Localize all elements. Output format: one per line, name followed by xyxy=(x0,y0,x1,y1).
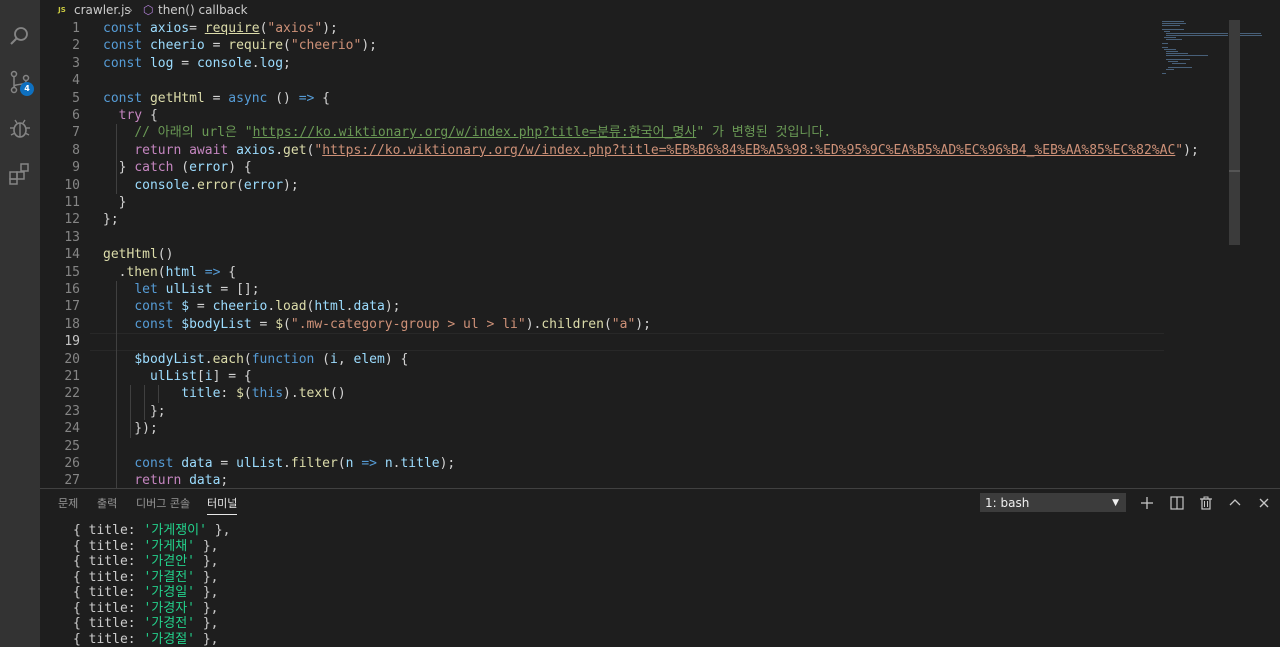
code-line: const cheerio = require("cheerio"); xyxy=(103,38,377,54)
code-editor[interactable]: 1 2 3 4 5 6 7 8 9 10 11 12 13 14 15 16 17 18 19 20 21 22 23 24 2… xyxy=(40,20,1268,488)
code-line: ulList[i] = { xyxy=(149,369,252,384)
extensions-icon[interactable] xyxy=(6,160,34,188)
terminal-select-value: 1: bash xyxy=(985,496,1030,510)
code-line: const axios= require("axios"); xyxy=(103,21,338,36)
code-line: const data = ulList.filter(n => n.title)… xyxy=(134,456,456,471)
line-number: 17 xyxy=(64,299,80,315)
code-line: return data; xyxy=(134,473,229,488)
line-number: 22 xyxy=(64,386,80,402)
tab-debug-console[interactable]: 디버그 콘솔 xyxy=(136,494,190,514)
line-number: 18 xyxy=(64,316,80,332)
code-line: const log = console.log; xyxy=(103,55,291,71)
line-number: 19 xyxy=(64,334,80,350)
new-terminal-icon[interactable] xyxy=(1138,494,1156,512)
chevron-down-icon: ▼ xyxy=(1112,498,1119,508)
split-terminal-icon[interactable] xyxy=(1168,494,1186,512)
chevron-right-icon: › xyxy=(128,3,133,17)
line-number: 1 xyxy=(72,21,80,36)
terminal-line: { title: '가겯안' }, xyxy=(73,554,219,569)
line-number: 15 xyxy=(64,264,80,280)
code-line: } xyxy=(103,195,127,210)
line-number: 4 xyxy=(72,73,80,89)
search-icon[interactable] xyxy=(6,22,34,50)
line-number: 23 xyxy=(64,403,80,419)
terminal-line: { title: '가결전' }, xyxy=(73,569,219,585)
maximize-panel-icon[interactable] xyxy=(1226,494,1244,512)
line-number: 3 xyxy=(72,55,80,71)
breadcrumb-symbol[interactable]: then() callback xyxy=(158,3,248,17)
line-number: 10 xyxy=(64,177,80,193)
tab-problems[interactable]: 문제 xyxy=(58,494,78,514)
breadcrumb: JS crawler.js › ⬡ then() callback xyxy=(40,0,1280,20)
code-line: } catch (error) { xyxy=(103,160,252,176)
activity-bar: 4 xyxy=(0,0,40,647)
line-number: 21 xyxy=(64,369,80,384)
line-number: 11 xyxy=(64,195,80,210)
code-line: }; xyxy=(103,212,119,228)
code-line: }; xyxy=(103,403,166,419)
scm-badge: 4 xyxy=(20,82,34,96)
javascript-file-icon: JS xyxy=(58,6,66,14)
code-line: const $ = cheerio.load(html.data); xyxy=(134,299,401,315)
line-number: 6 xyxy=(72,108,80,123)
close-icon[interactable] xyxy=(1255,494,1273,512)
terminal-line: { title: '가경전' }, xyxy=(73,616,219,631)
line-number: 20 xyxy=(64,351,80,367)
current-line-highlight xyxy=(90,333,1164,351)
terminal-line: { title: '가게쟁이' }, xyxy=(73,523,231,538)
code-line: .then(html => { xyxy=(103,264,237,280)
editor-scrollbar-thumb[interactable] xyxy=(1229,20,1240,245)
trash-icon[interactable] xyxy=(1197,494,1215,512)
line-number: 14 xyxy=(64,247,80,263)
terminal-line: { title: '가게채' }, xyxy=(73,538,219,554)
line-number: 7 xyxy=(72,125,80,141)
line-number: 24 xyxy=(64,421,80,437)
line-number: 8 xyxy=(72,142,80,158)
explorer-icon[interactable] xyxy=(6,0,34,18)
debug-icon[interactable] xyxy=(6,114,34,142)
method-symbol-icon: ⬡ xyxy=(143,3,154,17)
minimap[interactable] xyxy=(1162,20,1262,100)
tab-terminal[interactable]: 터미널 xyxy=(207,494,238,515)
code-line: title: $(this).text() xyxy=(181,386,346,402)
code-line: const getHtml = async () => { xyxy=(103,90,331,106)
terminal-line: { title: '가경절' }, xyxy=(73,631,219,647)
line-number: 2 xyxy=(72,38,80,54)
bottom-panel: 문제 출력 디버그 콘솔 터미널 1: bash ▼ { title: '가게쟁… xyxy=(40,488,1280,647)
code-line: // 아래의 url은 "https://ko.wiktionary.org/w… xyxy=(134,125,832,141)
terminal-select[interactable]: 1: bash ▼ xyxy=(980,493,1126,512)
code-line: return await axios.get("https://ko.wikti… xyxy=(134,142,1199,158)
terminal-line: { title: '가경일' }, xyxy=(73,585,219,600)
line-number: 12 xyxy=(64,212,80,228)
line-number: 9 xyxy=(72,160,80,176)
code-line: let ulList = []; xyxy=(134,282,260,297)
tab-output[interactable]: 출력 xyxy=(97,494,117,514)
line-number: 16 xyxy=(64,282,80,297)
line-number: 26 xyxy=(64,456,80,471)
code-line: const $bodyList = $(".mw-category-group … xyxy=(134,316,651,332)
code-line: try { xyxy=(118,108,158,123)
code-line: getHtml() xyxy=(103,247,174,263)
terminal-line: { title: '가경자' }, xyxy=(73,600,219,616)
line-number: 27 xyxy=(64,473,80,488)
line-number: 13 xyxy=(64,229,80,245)
code-line: $bodyList.each(function (i, elem) { xyxy=(134,351,409,367)
breadcrumb-file[interactable]: crawler.js xyxy=(74,3,131,17)
overview-ruler-cursor xyxy=(1229,170,1240,172)
line-number: 25 xyxy=(64,438,80,454)
code-line: }); xyxy=(103,421,158,437)
line-number: 5 xyxy=(72,90,80,106)
code-line: console.error(error); xyxy=(134,177,299,193)
